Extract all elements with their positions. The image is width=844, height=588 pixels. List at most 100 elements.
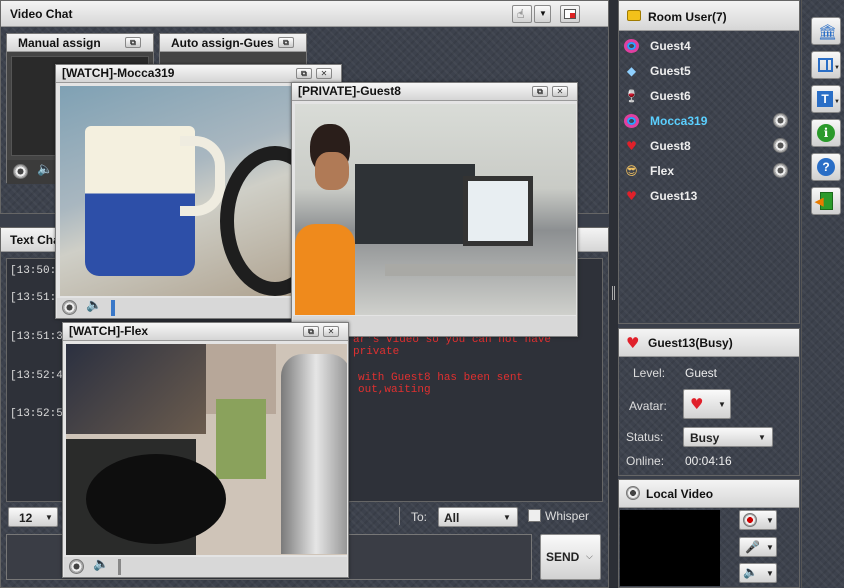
- close-icon[interactable]: ✕: [552, 86, 568, 97]
- webcam-icon[interactable]: [773, 138, 788, 153]
- panel-splitter[interactable]: [609, 0, 618, 588]
- video-window-guest8[interactable]: [PRIVATE]-Guest8 ⧉ ✕: [291, 82, 578, 337]
- speaker-icon[interactable]: 🔈: [86, 298, 102, 313]
- chevron-down-icon: ▼: [766, 516, 774, 525]
- status-select[interactable]: Busy ▼: [683, 427, 773, 447]
- speaker-icon[interactable]: 🔈: [37, 162, 53, 177]
- user-name: Guest6: [650, 89, 691, 103]
- local-video-body: ▼ 🎤 ▼ 🔈 ▼: [619, 508, 799, 587]
- layout-dropdown-button[interactable]: ▼: [534, 5, 551, 23]
- recipient-select[interactable]: All ▼: [438, 507, 518, 527]
- building-icon: 🏛: [818, 23, 838, 41]
- restore-icon[interactable]: ⧉: [303, 326, 319, 337]
- webcam-icon: [743, 513, 757, 527]
- video-window-titlebar[interactable]: [WATCH]-Mocca319 ⧉ ✕: [56, 65, 341, 83]
- exit-button[interactable]: ◀: [811, 187, 841, 215]
- restore-icon[interactable]: ⧉: [125, 37, 141, 48]
- room-user-header: Room User(7): [619, 1, 799, 31]
- user-name: Guest8: [650, 139, 691, 153]
- close-icon[interactable]: ✕: [316, 68, 332, 79]
- chevron-down-icon: ▼: [834, 99, 840, 105]
- microphone-icon: 🎤: [745, 540, 760, 554]
- chevron-down-icon: ▼: [718, 400, 726, 409]
- list-item[interactable]: ◆ Guest5: [619, 59, 797, 83]
- webcam-icon[interactable]: [62, 300, 77, 315]
- status-label: Status:: [626, 430, 664, 444]
- user-list: Guest4 ◆ Guest5 🍷 Guest6 Mocca319 ♥ Gues…: [619, 31, 799, 323]
- list-item[interactable]: Guest4: [619, 34, 797, 58]
- chat-bubble-icon: [627, 10, 641, 21]
- chevron-down-icon: ▼: [503, 513, 511, 522]
- local-video-preview: [620, 510, 720, 586]
- send-options-chevron-icon: ⌵: [586, 551, 593, 561]
- heart-icon: ♥: [626, 139, 637, 153]
- volume-meter: [111, 300, 115, 316]
- heart-icon: ♥: [626, 334, 640, 352]
- heart-icon: ♥: [690, 395, 704, 413]
- splitter-grip-icon: [612, 286, 615, 300]
- online-value: 00:04:16: [685, 454, 732, 468]
- list-item[interactable]: ♥ Guest8: [619, 134, 797, 158]
- status-value: Busy: [690, 431, 720, 445]
- text-style-button[interactable]: T ▼: [811, 85, 841, 113]
- speaker-icon[interactable]: 🔈: [93, 557, 109, 572]
- chevron-down-icon: ▼: [758, 433, 766, 442]
- volume-meter: [118, 559, 121, 575]
- restore-icon[interactable]: ⧉: [296, 68, 312, 79]
- room-user-title: Room User(7): [648, 10, 727, 24]
- layout-button[interactable]: ▼: [811, 51, 841, 79]
- restore-icon[interactable]: ⧉: [532, 86, 548, 97]
- diamond-icon: ◆: [626, 64, 637, 78]
- video-window-titlebar[interactable]: [WATCH]-Flex ⧉ ✕: [63, 323, 348, 341]
- restore-icon[interactable]: ⧉: [278, 37, 294, 48]
- whisper-label: Whisper: [545, 509, 590, 523]
- webcam-icon[interactable]: [773, 113, 788, 128]
- video-feed-guest8: [295, 104, 576, 315]
- toolbar-divider: [399, 507, 400, 525]
- right-toolbar: 🏛 ▼ T ▼ i ? ◀: [801, 0, 844, 588]
- list-item[interactable]: ♥ Guest13: [619, 184, 797, 208]
- help-button[interactable]: ?: [811, 153, 841, 181]
- system-message: with Guest8 has been sent out,waiting: [358, 372, 524, 396]
- camera-options-button[interactable]: ▼: [739, 510, 777, 530]
- chevron-down-icon: ▼: [766, 569, 774, 578]
- list-item[interactable]: Mocca319: [619, 109, 797, 133]
- close-icon[interactable]: ✕: [323, 326, 339, 337]
- user-name: Guest4: [650, 39, 691, 53]
- font-size-select[interactable]: 12 ▼: [8, 507, 58, 527]
- manual-assign-title: Manual assign: [18, 36, 101, 50]
- video-chat-header: Video Chat ☝ ▼: [1, 1, 608, 27]
- video-window-flex[interactable]: [WATCH]-Flex ⧉ ✕ 🔈: [62, 322, 349, 578]
- video-chat-title: Video Chat: [10, 7, 73, 21]
- broken-heart-icon: ♥: [626, 189, 637, 203]
- speaker-options-button[interactable]: 🔈 ▼: [739, 563, 777, 583]
- list-item[interactable]: 🍷 Guest6: [619, 84, 797, 108]
- send-button[interactable]: SEND ⌵: [540, 534, 601, 580]
- chevron-down-icon: ▼: [834, 65, 840, 71]
- user-info-title: Guest13(Busy): [648, 336, 733, 350]
- info-button[interactable]: i: [811, 119, 841, 147]
- video-window-title: [WATCH]-Mocca319: [62, 66, 175, 80]
- to-label: To:: [411, 510, 428, 524]
- local-video-panel: Local Video ▼ 🎤 ▼ 🔈 ▼: [618, 479, 800, 588]
- avatar-select[interactable]: ♥ ▼: [683, 389, 731, 419]
- local-video-header: Local Video: [619, 480, 799, 508]
- microphone-options-button[interactable]: 🎤 ▼: [739, 537, 777, 557]
- chevron-down-icon: ▼: [539, 9, 547, 18]
- video-window-controls: 🔈: [64, 557, 347, 577]
- room-user-panel: Room User(7) Guest4 ◆ Guest5 🍷 Guest6 Mo…: [618, 0, 800, 324]
- room-list-button[interactable]: 🏛: [811, 17, 841, 45]
- whisper-checkbox[interactable]: [528, 509, 541, 522]
- close-all-video-button[interactable]: [560, 5, 580, 23]
- video-window-titlebar[interactable]: [PRIVATE]-Guest8 ⧉ ✕: [292, 83, 577, 101]
- webcam-icon[interactable]: [13, 164, 28, 179]
- hand-cursor-button[interactable]: ☝: [512, 5, 532, 23]
- hand-icon: ☝: [517, 7, 525, 21]
- font-size-value: 12: [19, 511, 33, 525]
- chevron-down-icon: ▼: [45, 513, 53, 522]
- user-name: Guest5: [650, 64, 691, 78]
- webcam-icon[interactable]: [69, 559, 84, 574]
- list-item[interactable]: 😎 Flex: [619, 159, 797, 183]
- level-label: Level:: [633, 366, 666, 380]
- webcam-icon[interactable]: [773, 163, 788, 178]
